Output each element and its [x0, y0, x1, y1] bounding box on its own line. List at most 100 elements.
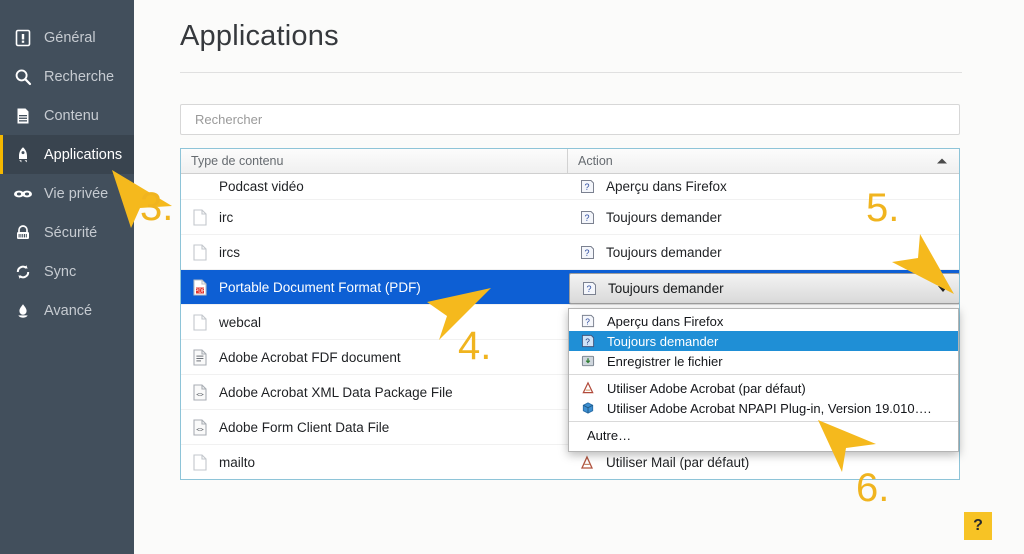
- cell-action: Utiliser Mail (par défaut): [568, 452, 959, 472]
- content-type-label: webcal: [219, 314, 262, 330]
- pdf-icon: PDF: [189, 277, 211, 297]
- help-button-label: ?: [973, 517, 983, 534]
- sidebar-item-label: Sync: [44, 263, 77, 280]
- dropdown-option-label: Aperçu dans Firefox: [607, 313, 724, 329]
- content-type-label: Adobe Acrobat FDF document: [219, 349, 401, 365]
- content-type-label: Podcast vidéo: [219, 179, 304, 194]
- column-header-content-type[interactable]: Type de contenu: [181, 149, 568, 173]
- file-icon: [189, 207, 211, 227]
- cell-content-type: <> Adobe Form Client Data File: [181, 417, 568, 437]
- sidebar-item-label: Vie privée: [44, 185, 109, 202]
- general-icon: [10, 27, 36, 49]
- question-doc-icon: ?: [576, 177, 598, 197]
- none-icon: [189, 177, 211, 197]
- save-icon: [577, 352, 599, 370]
- svg-text:?: ?: [585, 336, 590, 346]
- sync-icon: [10, 261, 36, 283]
- rocket-icon: [10, 144, 36, 166]
- question-doc-icon: ?: [577, 312, 599, 330]
- table-row[interactable]: ircs ? Toujours demander: [181, 235, 959, 270]
- action-select[interactable]: ? Toujours demander: [569, 273, 959, 304]
- sidebar-item-label: Sécurité: [44, 224, 98, 241]
- dropdown-option-toujours-demander[interactable]: ? Toujours demander: [569, 331, 958, 351]
- question-doc-icon: ?: [578, 279, 600, 299]
- question-doc-icon: ?: [576, 242, 598, 262]
- file-icon: [189, 312, 211, 332]
- cell-content-type: ircs: [181, 242, 568, 262]
- file-icon: [189, 452, 211, 472]
- main-panel: Applications Type de contenu Action P: [134, 0, 1024, 554]
- svg-text:?: ?: [584, 182, 589, 192]
- svg-text:?: ?: [584, 213, 589, 223]
- svg-text:<>: <>: [196, 426, 204, 433]
- title-divider: [180, 72, 962, 73]
- action-label: Utiliser Mail (par défaut): [606, 454, 750, 470]
- content-type-label: ircs: [219, 244, 240, 260]
- fdf-icon: [189, 347, 211, 367]
- cell-content-type: <> Adobe Acrobat XML Data Package File: [181, 382, 568, 402]
- cell-action: ? Toujours demander: [568, 207, 959, 227]
- dropdown-separator: [569, 421, 958, 422]
- lock-icon: [10, 222, 36, 244]
- action-label: Toujours demander: [606, 244, 722, 260]
- table-row[interactable]: irc ? Toujours demander: [181, 200, 959, 235]
- dropdown-option-enregistrer-fichier[interactable]: Enregistrer le fichier: [569, 351, 958, 371]
- sidebar-item-general[interactable]: Général: [0, 18, 134, 57]
- sidebar-item-label: Applications: [44, 146, 123, 163]
- content-type-label: mailto: [219, 454, 256, 470]
- dropdown-option-label: Toujours demander: [607, 333, 719, 349]
- action-label: Aperçu dans Firefox: [606, 179, 727, 194]
- cell-content-type: Adobe Acrobat FDF document: [181, 347, 568, 367]
- sidebar-item-vie-privee[interactable]: Vie privée: [0, 174, 134, 213]
- file-icon: [189, 242, 211, 262]
- sidebar-item-label: Contenu: [44, 107, 99, 124]
- svg-text:?: ?: [585, 316, 590, 326]
- preferences-window: Général Recherche Contenu Applications V: [0, 0, 1024, 554]
- cell-action: ? Toujours demander: [568, 242, 959, 262]
- table-header: Type de contenu Action: [181, 149, 959, 174]
- cell-content-type: mailto: [181, 452, 568, 472]
- action-select-value: Toujours demander: [608, 281, 724, 296]
- dropdown-option-adobe-acrobat-default[interactable]: Utiliser Adobe Acrobat (par défaut): [569, 378, 958, 398]
- plugin-icon: [577, 399, 599, 417]
- dropdown-option-label: Utiliser Adobe Acrobat NPAPI Plug-in, Ve…: [607, 400, 932, 416]
- sidebar-item-label: Recherche: [44, 68, 115, 85]
- sidebar-item-applications[interactable]: Applications: [0, 135, 134, 174]
- sidebar-item-avance[interactable]: Avancé: [0, 291, 134, 330]
- question-doc-icon: ?: [577, 332, 599, 350]
- sidebar-item-label: Général: [44, 29, 96, 46]
- content-icon: [10, 105, 36, 127]
- cell-content-type: irc: [181, 207, 568, 227]
- action-label: Toujours demander: [606, 209, 722, 225]
- sidebar-item-contenu[interactable]: Contenu: [0, 96, 134, 135]
- xml-icon: <>: [189, 417, 211, 437]
- sidebar-item-label: Avancé: [44, 302, 93, 319]
- flask-icon: [10, 300, 36, 322]
- cell-content-type: webcal: [181, 312, 568, 332]
- search-box[interactable]: [180, 104, 960, 135]
- help-button[interactable]: ?: [964, 512, 992, 540]
- dropdown-option-label: Autre…: [587, 427, 632, 443]
- svg-text:<>: <>: [196, 391, 204, 398]
- mask-icon: [10, 183, 36, 205]
- action-dropdown-menu[interactable]: ? Aperçu dans Firefox ? Toujours demande…: [568, 308, 959, 452]
- dropdown-option-autre[interactable]: Autre…: [569, 425, 958, 445]
- dropdown-option-label: Enregistrer le fichier: [607, 353, 723, 369]
- sidebar-item-sync[interactable]: Sync: [0, 252, 134, 291]
- svg-text:?: ?: [586, 284, 591, 294]
- mail-app-icon: [576, 452, 598, 472]
- cell-content-type: Podcast vidéo: [181, 177, 568, 197]
- dropdown-option-adobe-acrobat-npapi[interactable]: Utiliser Adobe Acrobat NPAPI Plug-in, Ve…: [569, 398, 958, 418]
- dropdown-option-label: Utiliser Adobe Acrobat (par défaut): [607, 380, 806, 396]
- search-input[interactable]: [195, 112, 959, 127]
- sidebar-item-securite[interactable]: Sécurité: [0, 213, 134, 252]
- search-icon: [10, 66, 36, 88]
- page-title: Applications: [180, 20, 339, 52]
- cell-content-type: PDF Portable Document Format (PDF): [181, 277, 568, 297]
- table-row[interactable]: Podcast vidéo ? Aperçu dans Firefox: [181, 174, 959, 200]
- sidebar-item-recherche[interactable]: Recherche: [0, 57, 134, 96]
- dropdown-option-apercu-firefox[interactable]: ? Aperçu dans Firefox: [569, 311, 958, 331]
- column-header-action[interactable]: Action: [568, 149, 959, 173]
- cell-action: ? Aperçu dans Firefox: [568, 177, 959, 197]
- sort-ascending-icon: [937, 158, 947, 164]
